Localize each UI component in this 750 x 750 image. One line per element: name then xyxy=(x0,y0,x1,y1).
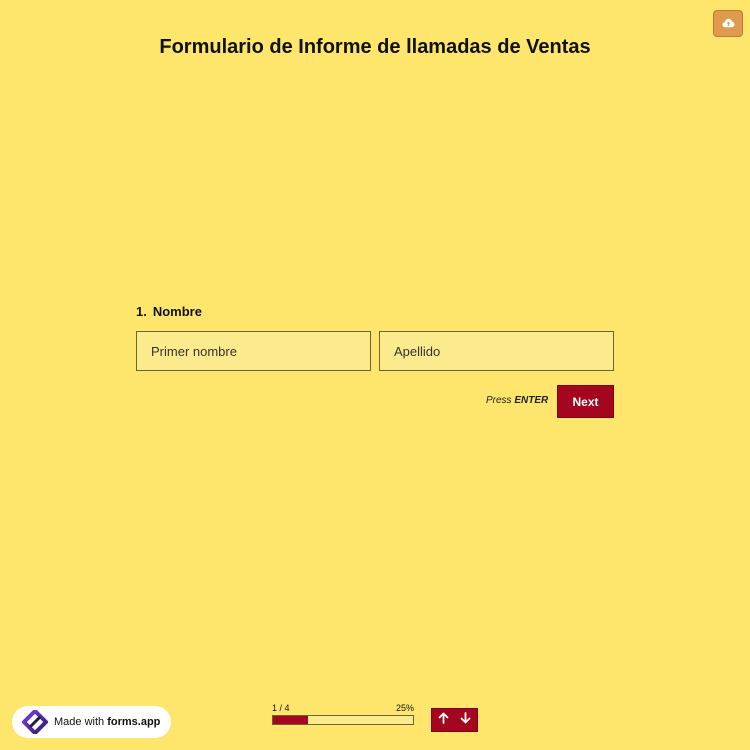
arrow-down-icon xyxy=(460,711,471,729)
first-name-input[interactable] xyxy=(136,331,371,371)
progress-indicator: 1 / 4 25% xyxy=(272,702,414,725)
forms-app-logo-icon xyxy=(20,710,50,734)
made-with-badge[interactable]: Made with forms.app xyxy=(12,706,171,738)
form-title: Formulario de Informe de llamadas de Ven… xyxy=(159,36,591,58)
progress-bar-fill xyxy=(273,716,308,724)
badge-prefix: Made with xyxy=(54,716,105,728)
previous-question-button[interactable] xyxy=(432,709,455,731)
progress-bar-track xyxy=(272,715,414,725)
press-enter-hint: Press ENTER xyxy=(486,395,548,406)
question-label: 1. Nombre xyxy=(136,304,202,319)
cloud-upload-icon xyxy=(722,15,735,33)
next-button[interactable]: Next xyxy=(557,385,614,418)
question-number: 1. xyxy=(136,304,147,319)
arrow-up-icon xyxy=(438,711,449,729)
last-name-input[interactable] xyxy=(379,331,614,371)
badge-brand: forms.app xyxy=(107,716,161,728)
progress-percent: 25% xyxy=(395,703,414,713)
progress-count: 1 / 4 xyxy=(272,703,290,713)
question-navigation xyxy=(431,708,478,732)
badge-text: Made with forms.app xyxy=(54,716,160,728)
question-text: Nombre xyxy=(152,304,202,319)
press-hint-key: ENTER xyxy=(514,395,549,406)
next-question-button[interactable] xyxy=(455,709,478,731)
save-progress-button[interactable] xyxy=(713,10,743,37)
press-hint-prefix: Press xyxy=(486,395,512,406)
